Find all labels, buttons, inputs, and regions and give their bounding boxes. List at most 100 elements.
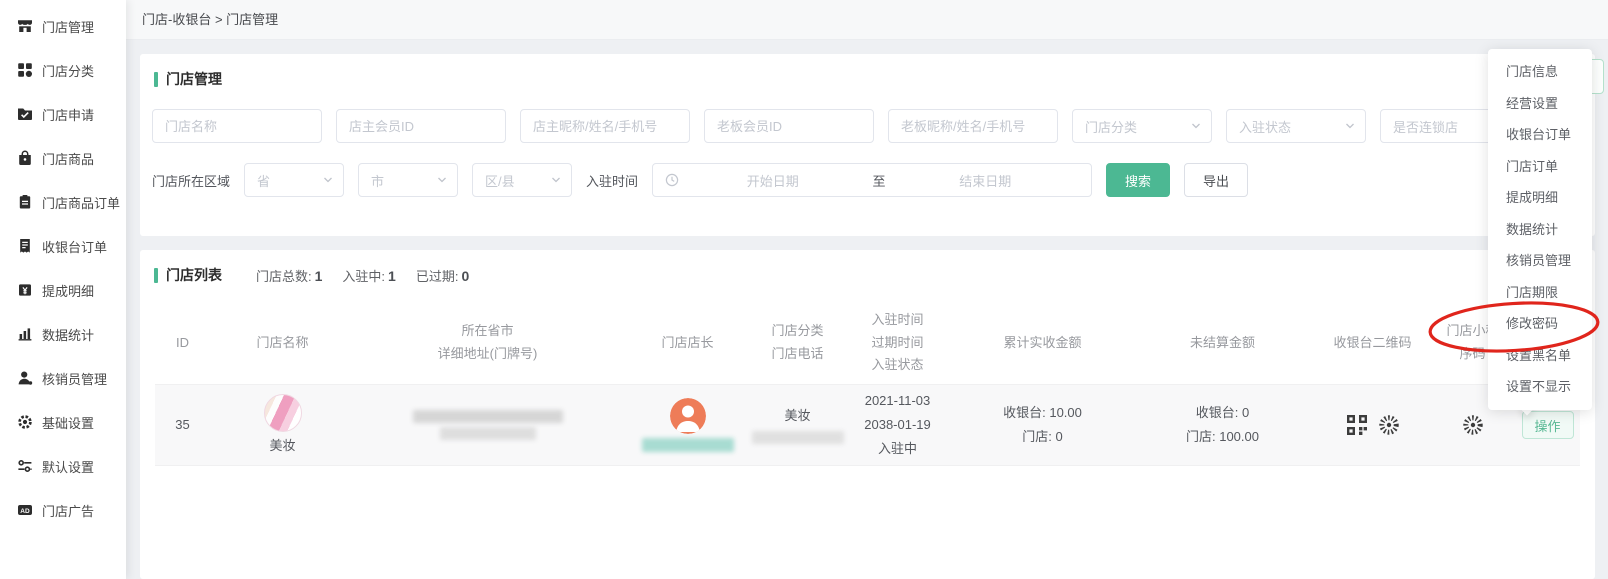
sidebar-item-label: 门店广告 (42, 501, 94, 520)
district-select[interactable]: 区/县 (472, 163, 572, 197)
sidebar-item-commission-detail[interactable]: 提成明细 (0, 268, 126, 312)
stat-active: 入驻中:1 (342, 266, 395, 285)
owner-nickname-input[interactable] (520, 109, 690, 143)
entry-status-select[interactable]: 入驻状态 (1226, 109, 1366, 143)
menu-item-change-password[interactable]: 修改密码 (1488, 308, 1592, 340)
store-stats: 门店总数:1 入驻中:1 已过期:0 (256, 266, 469, 285)
store-avatar (264, 394, 302, 432)
col-header-unsettled: 未结算金额 (1130, 332, 1315, 355)
end-date-placeholder: 结束日期 (892, 171, 1080, 190)
region-label: 门店所在区域 (152, 171, 230, 190)
title-accent-bar (154, 72, 158, 87)
store-name-input[interactable] (152, 109, 322, 143)
menu-item-store-info[interactable]: 门店信息 (1488, 56, 1592, 88)
clock-icon (665, 173, 679, 187)
section-title-store-management: 门店管理 (140, 54, 1595, 89)
col-header-manager: 门店店长 (620, 332, 755, 355)
sidebar-item-label: 基础设置 (42, 413, 94, 432)
expire-time: 2038-01-19 (864, 415, 931, 435)
card-title: 门店列表 (166, 265, 222, 285)
menu-item-set-hidden[interactable]: 设置不显示 (1488, 371, 1592, 403)
action-button[interactable]: 操作 (1522, 411, 1574, 439)
join-time: 2021-11-03 (865, 391, 931, 411)
start-date-placeholder: 开始日期 (679, 171, 867, 190)
select-placeholder: 省 (257, 171, 270, 190)
sidebar-item-cashier-orders[interactable]: 收银台订单 (0, 224, 126, 268)
sidebar-item-store-application[interactable]: 门店申请 (0, 92, 126, 136)
stat-expired: 已过期:0 (416, 266, 469, 285)
folder-check-icon (17, 106, 33, 122)
sidebar-item-store-category[interactable]: 门店分类 (0, 48, 126, 92)
sidebar-item-label: 收银台订单 (42, 237, 107, 256)
menu-item-cashier-orders[interactable]: 收银台订单 (1488, 119, 1592, 151)
col-header-received: 累计实收金额 (955, 332, 1130, 355)
sidebar-item-store-goods-orders[interactable]: 门店商品订单 (0, 180, 126, 224)
menu-item-business-setting[interactable]: 经营设置 (1488, 88, 1592, 120)
sidebar-item-clerk-management[interactable]: 核销员管理 (0, 356, 126, 400)
province-select[interactable]: 省 (244, 163, 344, 197)
col-header-cashier-qr: 收银台二维码 (1315, 332, 1430, 355)
store-list-card: 门店列表 门店总数:1 入驻中:1 已过期:0 ID 门店名称 所在省市 详细地… (140, 250, 1595, 579)
city-select[interactable]: 市 (358, 163, 458, 197)
date-range-picker[interactable]: 开始日期 至 结束日期 (652, 163, 1092, 197)
shopping-bag-icon (17, 150, 33, 166)
grid-icon (17, 62, 33, 78)
store-management-card: 门店管理 门店分类 入驻状态 是否连锁店 (140, 54, 1595, 236)
title-accent-bar (154, 268, 158, 283)
breadcrumb-text: 门店-收银台 > 门店管理 (142, 12, 278, 27)
col-header-address: 所在省市 详细地址(门牌号) (355, 320, 620, 366)
store-table: ID 门店名称 所在省市 详细地址(门牌号) 门店店长 门店分类 门店电话 入驻… (155, 302, 1580, 466)
cell-time-status: 2021-11-03 2038-01-19 入驻中 (840, 391, 955, 459)
unsettled-cashier: 收银台: 0 (1196, 403, 1249, 423)
menu-item-store-term[interactable]: 门店期限 (1488, 277, 1592, 309)
sidebar-item-store-management[interactable]: 门店管理 (0, 4, 126, 48)
sidebar-item-label: 提成明细 (42, 281, 94, 300)
sidebar-item-store-ads[interactable]: AD 门店广告 (0, 488, 126, 532)
chevron-down-icon (323, 175, 333, 185)
col-header-category: 门店分类 门店电话 (755, 320, 840, 366)
menu-item-clerk-management[interactable]: 核销员管理 (1488, 245, 1592, 277)
storefront-icon (17, 18, 33, 34)
sliders-icon (17, 458, 33, 474)
sidebar-item-store-goods[interactable]: 门店商品 (0, 136, 126, 180)
sidebar-item-statistics[interactable]: 数据统计 (0, 312, 126, 356)
select-placeholder: 市 (371, 171, 384, 190)
menu-item-commission[interactable]: 提成明细 (1488, 182, 1592, 214)
menu-item-set-blacklist[interactable]: 设置黑名单 (1488, 340, 1592, 372)
svg-text:AD: AD (20, 508, 30, 515)
qr-code-icon[interactable] (1346, 414, 1368, 436)
select-placeholder: 是否连锁店 (1393, 117, 1458, 136)
gear-icon (17, 414, 33, 430)
sidebar-item-basic-settings[interactable]: 基础设置 (0, 400, 126, 444)
sidebar-item-label: 门店商品 (42, 149, 94, 168)
card-title: 门店管理 (166, 69, 222, 89)
sidebar-item-label: 门店分类 (42, 61, 94, 80)
breadcrumb: 门店-收银台 > 门店管理 (126, 0, 1608, 40)
owner-member-id-input[interactable] (336, 109, 506, 143)
unsettled-store: 门店: 100.00 (1186, 427, 1259, 447)
redacted-phone (752, 431, 844, 444)
entry-status: 入驻中 (878, 439, 917, 459)
select-placeholder: 区/县 (485, 171, 515, 190)
export-button[interactable]: 导出 (1184, 163, 1248, 197)
boss-nickname-input[interactable] (888, 109, 1058, 143)
search-button[interactable]: 搜索 (1106, 163, 1170, 197)
boss-member-id-input[interactable] (704, 109, 874, 143)
select-placeholder: 门店分类 (1085, 117, 1137, 136)
sidebar-item-default-settings[interactable]: 默认设置 (0, 444, 126, 488)
search-form-row-1: 门店分类 入驻状态 是否连锁店 (152, 109, 1583, 143)
cell-cashier-qr (1315, 414, 1430, 436)
cell-store-miniprogram-code (1430, 414, 1515, 436)
miniprogram-code-icon[interactable] (1378, 414, 1400, 436)
yen-card-icon (17, 282, 33, 298)
menu-item-store-orders[interactable]: 门店订单 (1488, 151, 1592, 183)
join-time-label: 入驻时间 (586, 171, 638, 190)
chevron-down-icon (1191, 121, 1201, 131)
cell-unsettled-amount: 收银台: 0 门店: 100.00 (1130, 403, 1315, 447)
cell-action: 操作 (1515, 411, 1580, 439)
menu-item-statistics[interactable]: 数据统计 (1488, 214, 1592, 246)
miniprogram-code-icon[interactable] (1462, 414, 1484, 436)
receipt-icon (17, 238, 33, 254)
cell-id: 35 (155, 415, 210, 435)
store-category-select[interactable]: 门店分类 (1072, 109, 1212, 143)
